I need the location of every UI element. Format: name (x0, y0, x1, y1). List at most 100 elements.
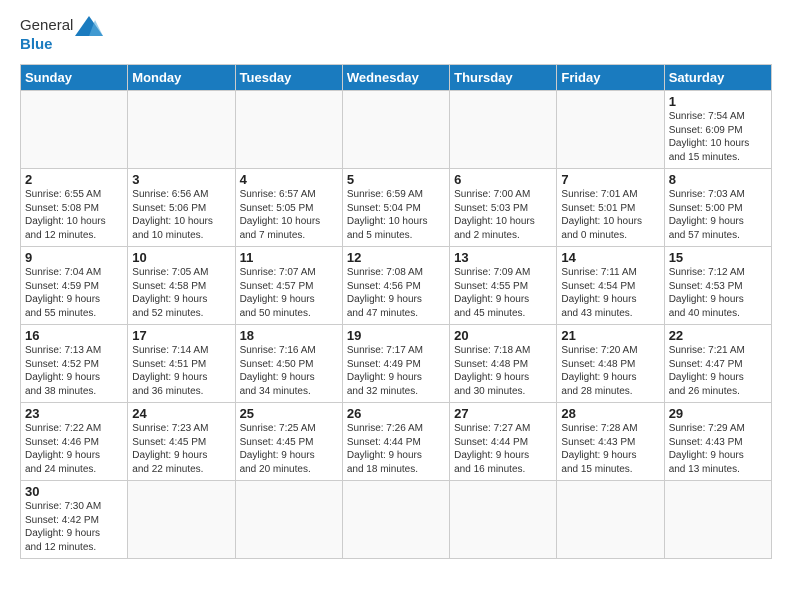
calendar-table: Sunday Monday Tuesday Wednesday Thursday… (20, 64, 772, 559)
table-row: 13Sunrise: 7:09 AM Sunset: 4:55 PM Dayli… (450, 247, 557, 325)
day-info: Sunrise: 7:21 AM Sunset: 4:47 PM Dayligh… (669, 344, 767, 398)
header-monday: Monday (128, 65, 235, 91)
day-number: 22 (669, 328, 767, 343)
day-info: Sunrise: 7:03 AM Sunset: 5:00 PM Dayligh… (669, 188, 767, 242)
day-number: 30 (25, 484, 123, 499)
calendar-week-row: 16Sunrise: 7:13 AM Sunset: 4:52 PM Dayli… (21, 325, 772, 403)
day-number: 23 (25, 406, 123, 421)
table-row: 12Sunrise: 7:08 AM Sunset: 4:56 PM Dayli… (342, 247, 449, 325)
calendar-week-row: 1Sunrise: 7:54 AM Sunset: 6:09 PM Daylig… (21, 91, 772, 169)
table-row (235, 91, 342, 169)
day-number: 2 (25, 172, 123, 187)
table-row: 23Sunrise: 7:22 AM Sunset: 4:46 PM Dayli… (21, 403, 128, 481)
day-number: 1 (669, 94, 767, 109)
day-number: 9 (25, 250, 123, 265)
day-number: 27 (454, 406, 552, 421)
table-row: 22Sunrise: 7:21 AM Sunset: 4:47 PM Dayli… (664, 325, 771, 403)
day-info: Sunrise: 6:55 AM Sunset: 5:08 PM Dayligh… (25, 188, 123, 242)
header-tuesday: Tuesday (235, 65, 342, 91)
day-number: 10 (132, 250, 230, 265)
logo: General Blue (20, 16, 103, 54)
table-row (557, 481, 664, 559)
table-row: 14Sunrise: 7:11 AM Sunset: 4:54 PM Dayli… (557, 247, 664, 325)
table-row: 19Sunrise: 7:17 AM Sunset: 4:49 PM Dayli… (342, 325, 449, 403)
day-number: 5 (347, 172, 445, 187)
table-row: 10Sunrise: 7:05 AM Sunset: 4:58 PM Dayli… (128, 247, 235, 325)
day-info: Sunrise: 7:16 AM Sunset: 4:50 PM Dayligh… (240, 344, 338, 398)
day-info: Sunrise: 7:04 AM Sunset: 4:59 PM Dayligh… (25, 266, 123, 320)
header-thursday: Thursday (450, 65, 557, 91)
day-number: 4 (240, 172, 338, 187)
table-row (342, 91, 449, 169)
day-info: Sunrise: 7:26 AM Sunset: 4:44 PM Dayligh… (347, 422, 445, 476)
weekday-header-row: Sunday Monday Tuesday Wednesday Thursday… (21, 65, 772, 91)
day-info: Sunrise: 7:17 AM Sunset: 4:49 PM Dayligh… (347, 344, 445, 398)
table-row: 15Sunrise: 7:12 AM Sunset: 4:53 PM Dayli… (664, 247, 771, 325)
day-number: 18 (240, 328, 338, 343)
day-info: Sunrise: 7:20 AM Sunset: 4:48 PM Dayligh… (561, 344, 659, 398)
day-number: 21 (561, 328, 659, 343)
table-row (342, 481, 449, 559)
day-info: Sunrise: 7:28 AM Sunset: 4:43 PM Dayligh… (561, 422, 659, 476)
table-row: 6Sunrise: 7:00 AM Sunset: 5:03 PM Daylig… (450, 169, 557, 247)
day-number: 20 (454, 328, 552, 343)
table-row: 3Sunrise: 6:56 AM Sunset: 5:06 PM Daylig… (128, 169, 235, 247)
day-info: Sunrise: 7:27 AM Sunset: 4:44 PM Dayligh… (454, 422, 552, 476)
day-info: Sunrise: 7:22 AM Sunset: 4:46 PM Dayligh… (25, 422, 123, 476)
calendar-week-row: 2Sunrise: 6:55 AM Sunset: 5:08 PM Daylig… (21, 169, 772, 247)
day-number: 29 (669, 406, 767, 421)
table-row (128, 91, 235, 169)
calendar-week-row: 23Sunrise: 7:22 AM Sunset: 4:46 PM Dayli… (21, 403, 772, 481)
day-info: Sunrise: 7:54 AM Sunset: 6:09 PM Dayligh… (669, 110, 767, 164)
day-info: Sunrise: 6:57 AM Sunset: 5:05 PM Dayligh… (240, 188, 338, 242)
table-row (557, 91, 664, 169)
day-info: Sunrise: 7:25 AM Sunset: 4:45 PM Dayligh… (240, 422, 338, 476)
day-number: 7 (561, 172, 659, 187)
day-number: 24 (132, 406, 230, 421)
day-info: Sunrise: 6:56 AM Sunset: 5:06 PM Dayligh… (132, 188, 230, 242)
day-info: Sunrise: 7:18 AM Sunset: 4:48 PM Dayligh… (454, 344, 552, 398)
day-number: 14 (561, 250, 659, 265)
logo-triangle-icon (75, 16, 103, 36)
table-row: 29Sunrise: 7:29 AM Sunset: 4:43 PM Dayli… (664, 403, 771, 481)
page-header: General Blue (20, 16, 772, 54)
day-number: 11 (240, 250, 338, 265)
day-number: 19 (347, 328, 445, 343)
table-row (450, 91, 557, 169)
table-row: 18Sunrise: 7:16 AM Sunset: 4:50 PM Dayli… (235, 325, 342, 403)
day-info: Sunrise: 7:01 AM Sunset: 5:01 PM Dayligh… (561, 188, 659, 242)
day-number: 6 (454, 172, 552, 187)
day-info: Sunrise: 7:09 AM Sunset: 4:55 PM Dayligh… (454, 266, 552, 320)
day-info: Sunrise: 6:59 AM Sunset: 5:04 PM Dayligh… (347, 188, 445, 242)
day-number: 28 (561, 406, 659, 421)
day-info: Sunrise: 7:23 AM Sunset: 4:45 PM Dayligh… (132, 422, 230, 476)
day-number: 15 (669, 250, 767, 265)
day-number: 8 (669, 172, 767, 187)
table-row: 26Sunrise: 7:26 AM Sunset: 4:44 PM Dayli… (342, 403, 449, 481)
day-number: 13 (454, 250, 552, 265)
table-row: 5Sunrise: 6:59 AM Sunset: 5:04 PM Daylig… (342, 169, 449, 247)
table-row: 8Sunrise: 7:03 AM Sunset: 5:00 PM Daylig… (664, 169, 771, 247)
day-number: 12 (347, 250, 445, 265)
table-row: 25Sunrise: 7:25 AM Sunset: 4:45 PM Dayli… (235, 403, 342, 481)
table-row: 17Sunrise: 7:14 AM Sunset: 4:51 PM Dayli… (128, 325, 235, 403)
table-row (235, 481, 342, 559)
table-row: 21Sunrise: 7:20 AM Sunset: 4:48 PM Dayli… (557, 325, 664, 403)
logo-blue: Blue (20, 36, 53, 54)
table-row: 28Sunrise: 7:28 AM Sunset: 4:43 PM Dayli… (557, 403, 664, 481)
table-row: 9Sunrise: 7:04 AM Sunset: 4:59 PM Daylig… (21, 247, 128, 325)
day-info: Sunrise: 7:08 AM Sunset: 4:56 PM Dayligh… (347, 266, 445, 320)
calendar-week-row: 30Sunrise: 7:30 AM Sunset: 4:42 PM Dayli… (21, 481, 772, 559)
day-info: Sunrise: 7:30 AM Sunset: 4:42 PM Dayligh… (25, 500, 123, 554)
day-info: Sunrise: 7:14 AM Sunset: 4:51 PM Dayligh… (132, 344, 230, 398)
table-row: 16Sunrise: 7:13 AM Sunset: 4:52 PM Dayli… (21, 325, 128, 403)
table-row (664, 481, 771, 559)
table-row (450, 481, 557, 559)
header-saturday: Saturday (664, 65, 771, 91)
table-row: 24Sunrise: 7:23 AM Sunset: 4:45 PM Dayli… (128, 403, 235, 481)
day-number: 3 (132, 172, 230, 187)
table-row: 7Sunrise: 7:01 AM Sunset: 5:01 PM Daylig… (557, 169, 664, 247)
table-row: 30Sunrise: 7:30 AM Sunset: 4:42 PM Dayli… (21, 481, 128, 559)
day-info: Sunrise: 7:05 AM Sunset: 4:58 PM Dayligh… (132, 266, 230, 320)
table-row (21, 91, 128, 169)
